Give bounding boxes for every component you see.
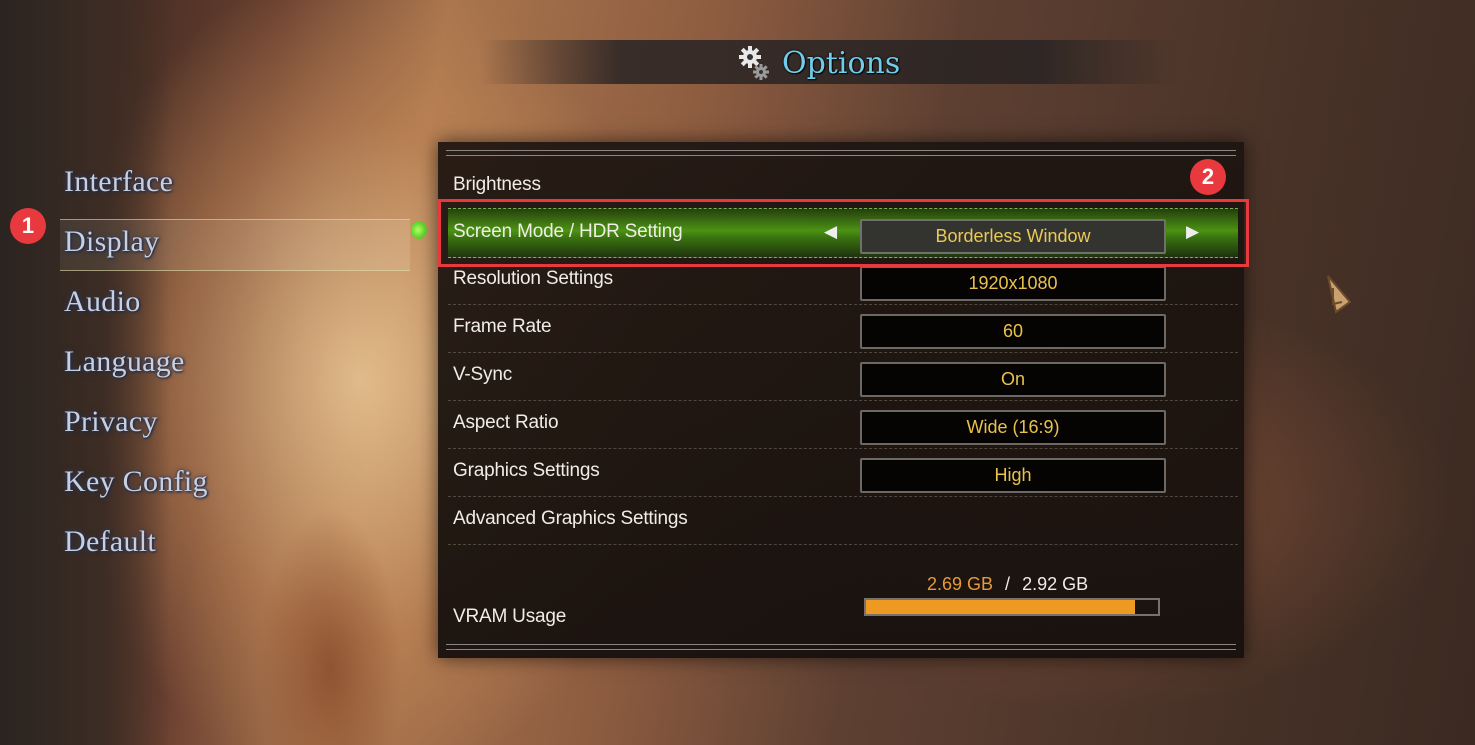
annotation-highlight-box <box>438 199 1249 267</box>
vram-used: 2.69 GB <box>927 574 994 594</box>
setting-label: Resolution Settings <box>453 268 613 289</box>
setting-label: V-Sync <box>453 364 512 385</box>
setting-row-frame-rate[interactable]: Frame Rate 60 <box>448 304 1238 353</box>
background-spire <box>230 470 430 745</box>
selection-orb-icon <box>411 221 427 239</box>
setting-value-aspect-ratio[interactable]: Wide (16:9) <box>860 410 1166 445</box>
gear-icon <box>738 45 770 81</box>
page-title: Options <box>738 43 900 83</box>
vram-label: VRAM Usage <box>453 606 567 627</box>
sidebar-item-interface[interactable]: Interface <box>64 162 208 222</box>
sidebar-item-audio[interactable]: Audio <box>64 282 208 342</box>
vram-usage-bar <box>864 598 1160 616</box>
setting-value-resolution[interactable]: 1920x1080 <box>860 266 1166 301</box>
setting-label: Brightness <box>453 174 541 195</box>
setting-label: Advanced Graphics Settings <box>453 508 688 529</box>
setting-row-graphics[interactable]: Graphics Settings High <box>448 448 1238 497</box>
sidebar-item-privacy[interactable]: Privacy <box>64 402 208 462</box>
annotation-badge-1: 1 <box>10 208 46 244</box>
setting-row-vsync[interactable]: V-Sync On <box>448 352 1238 401</box>
sidebar-item-default[interactable]: Default <box>64 522 208 582</box>
vram-readout: 2.69 GB / 2.92 GB <box>927 574 1088 595</box>
setting-row-aspect-ratio[interactable]: Aspect Ratio Wide (16:9) <box>448 400 1238 449</box>
setting-value-frame-rate[interactable]: 60 <box>860 314 1166 349</box>
sidebar-item-language[interactable]: Language <box>64 342 208 402</box>
setting-label: Aspect Ratio <box>453 412 559 433</box>
vram-usage-fill <box>866 600 1135 614</box>
sidebar-item-display[interactable]: Display <box>64 222 208 282</box>
sidebar-menu: Interface Display Audio Language Privacy… <box>64 162 208 582</box>
cursor-icon <box>1322 272 1354 316</box>
setting-value-graphics[interactable]: High <box>860 458 1166 493</box>
panel-frame-bottom <box>446 644 1236 650</box>
vram-total: 2.92 GB <box>1022 574 1089 594</box>
setting-value-vsync[interactable]: On <box>860 362 1166 397</box>
sidebar-item-key-config[interactable]: Key Config <box>64 462 208 522</box>
annotation-badge-2: 2 <box>1190 159 1226 195</box>
setting-row-advanced-graphics[interactable]: Advanced Graphics Settings <box>448 496 1238 545</box>
options-title: Options <box>782 45 901 81</box>
vram-separator: / <box>1005 574 1011 594</box>
setting-label: Frame Rate <box>453 316 552 337</box>
panel-frame-top <box>446 150 1236 156</box>
setting-label: Graphics Settings <box>453 460 600 481</box>
